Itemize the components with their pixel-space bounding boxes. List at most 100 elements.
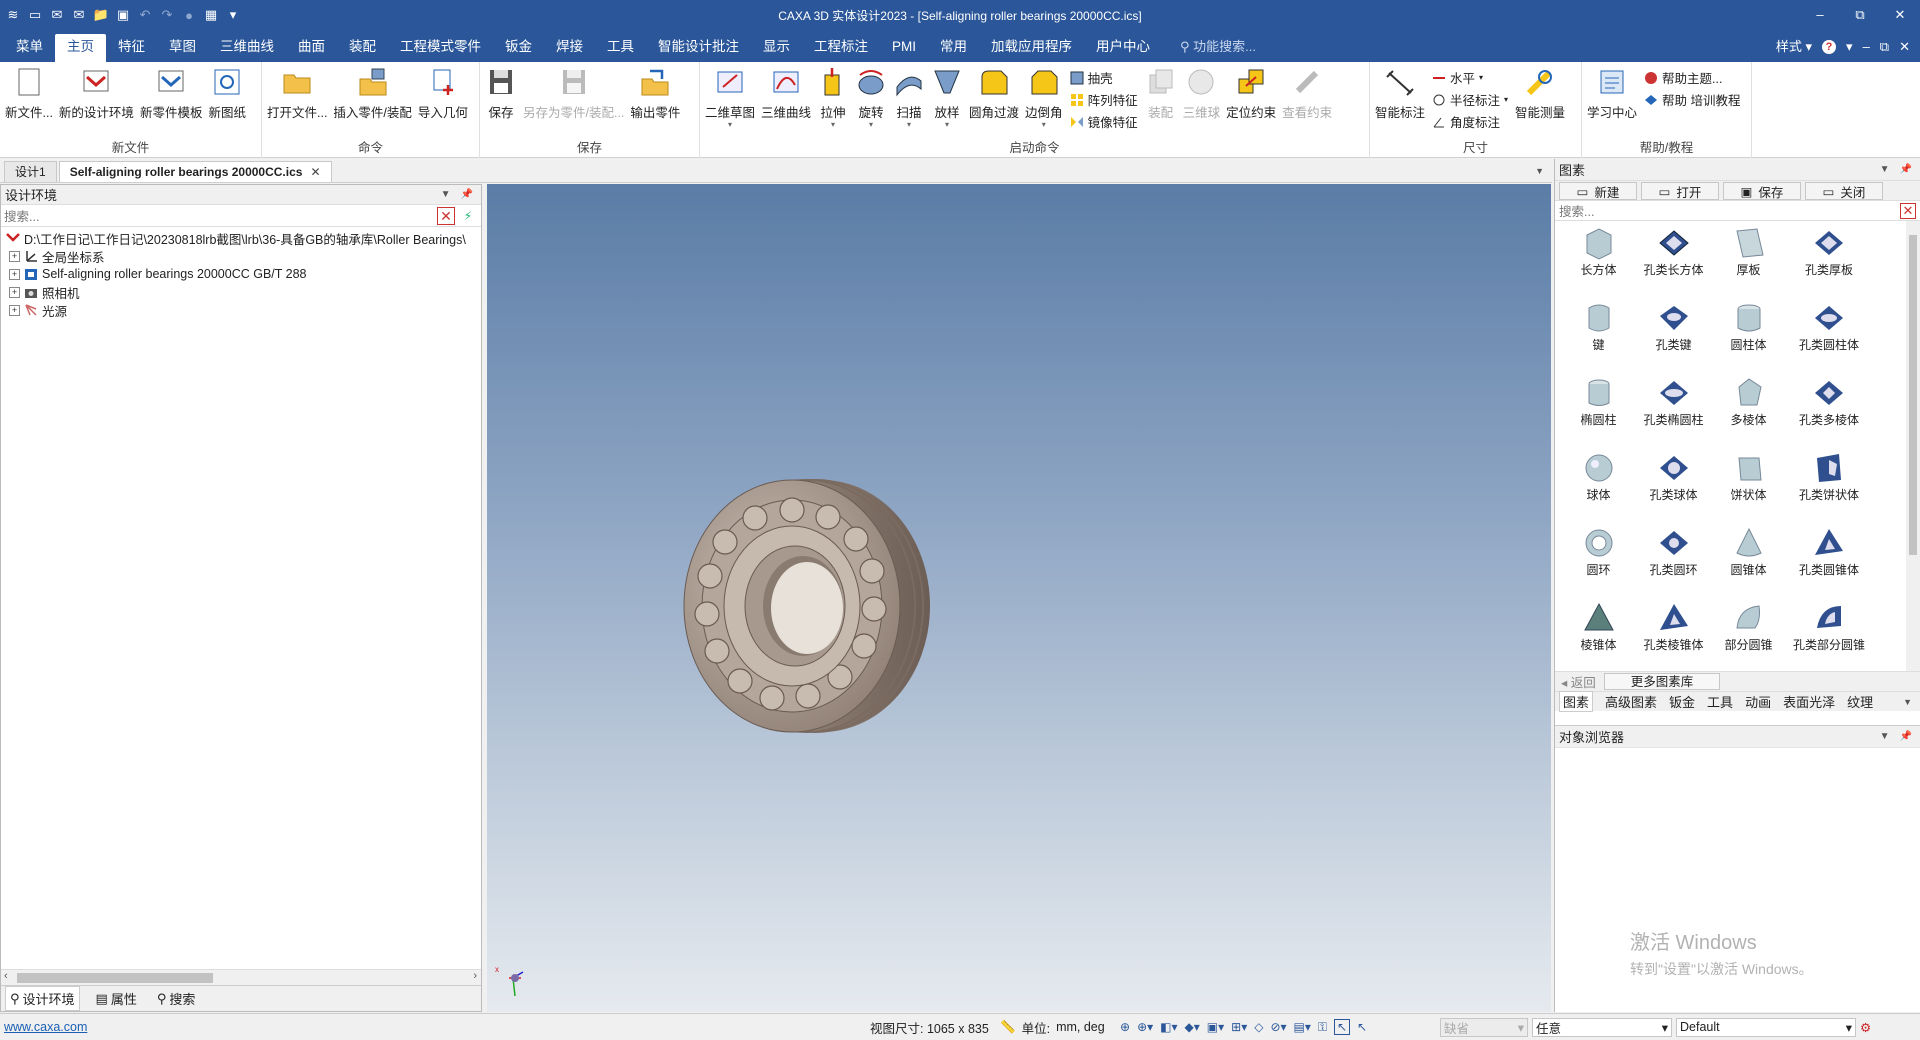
element-hole-torus[interactable]: 孔类圆环 <box>1636 525 1711 600</box>
clear-catalog-search-icon[interactable]: ✕ <box>1900 202 1916 219</box>
tab-search[interactable]: ⚲ 搜索 <box>153 987 200 1010</box>
save-button[interactable]: 保存 <box>482 66 520 121</box>
panel-dropdown-icon[interactable]: ▼ <box>1880 731 1890 742</box>
3d-curve-button[interactable]: 三维曲线 <box>758 66 814 121</box>
catalog-tab-advanced[interactable]: 高级图素 <box>1605 692 1657 711</box>
new-design-env-button[interactable]: 新的设计环境 <box>56 66 137 121</box>
pointer-icon[interactable]: ↖ <box>1357 1020 1367 1034</box>
element-key[interactable]: 键 <box>1561 300 1636 375</box>
element-hole-pyramid[interactable]: 孔类棱锥体 <box>1636 600 1711 675</box>
panel-dropdown-icon[interactable]: ▼ <box>1880 164 1890 175</box>
tab-engineering-part[interactable]: 工程模式零件 <box>388 34 493 62</box>
element-hole-cylinder[interactable]: 孔类圆柱体 <box>1786 300 1872 375</box>
element-hole-key[interactable]: 孔类键 <box>1636 300 1711 375</box>
catalog-open-button[interactable]: ▭ 打开 <box>1641 182 1719 200</box>
tab-tools[interactable]: 工具 <box>595 34 646 62</box>
element-hole-cone[interactable]: 孔类圆锥体 <box>1786 525 1872 600</box>
tab-surface[interactable]: 曲面 <box>286 34 337 62</box>
help-icon[interactable]: ? <box>1822 40 1837 54</box>
save-as-part-button[interactable]: 另存为零件/装配... <box>520 66 627 121</box>
tab-feature[interactable]: 特征 <box>106 34 157 62</box>
expand-icon[interactable]: + <box>9 268 20 280</box>
tab-common[interactable]: 常用 <box>928 34 979 62</box>
shell-button[interactable]: 抽壳 <box>1070 68 1138 87</box>
catalog-tab-surface-gloss[interactable]: 表面光泽 <box>1783 692 1835 711</box>
search-filter-icon[interactable]: ⚡ <box>459 207 477 225</box>
scroll-thumb[interactable] <box>17 973 213 983</box>
open-file-button[interactable]: 打开文件... <box>264 66 330 121</box>
tab-load-apps[interactable]: 加载应用程序 <box>979 34 1084 62</box>
training-tutorial-button[interactable]: 帮助 培训教程 <box>1644 90 1741 109</box>
tree-item-bearing-part[interactable]: + Self-aligning roller bearings 20000CC … <box>5 265 481 283</box>
function-search[interactable]: ⚲ 功能搜索... <box>1180 34 1256 62</box>
3d-ball-button[interactable]: 三维球 <box>1180 66 1224 121</box>
tab-3d-curve[interactable]: 三维曲线 <box>208 34 286 62</box>
horizontal-dimension-button[interactable]: 水平 ▾ <box>1432 68 1508 87</box>
element-box[interactable]: 长方体 <box>1561 225 1636 300</box>
tab-properties[interactable]: ▤ 属性 <box>92 987 141 1010</box>
tree-search-input[interactable]: 搜索... <box>4 206 39 225</box>
tab-assembly[interactable]: 装配 <box>337 34 388 62</box>
tree-item-light[interactable]: + 光源 <box>5 301 481 319</box>
layer-icon[interactable]: ▤▾ <box>1294 1020 1311 1034</box>
catalog-tab-animation[interactable]: 动画 <box>1745 692 1771 711</box>
new-part-template-button[interactable]: 新零件模板 <box>137 66 206 121</box>
gallery-scrollbar[interactable] <box>1906 221 1920 671</box>
catalog-tab-texture[interactable]: 纹理 <box>1847 692 1873 711</box>
filter-icon[interactable]: ⊘▾ <box>1270 1020 1286 1034</box>
pin-icon[interactable]: 📌 <box>461 189 473 200</box>
tab-design-env[interactable]: ⚲ 设计环境 <box>5 986 80 1011</box>
open-folder-icon[interactable]: 📁 <box>92 6 110 24</box>
element-sphere[interactable]: 球体 <box>1561 450 1636 525</box>
panel-dropdown-icon[interactable]: ▼ <box>441 189 451 200</box>
loft-button[interactable]: 放样 ▾ <box>928 66 966 129</box>
expand-icon[interactable]: + <box>9 304 20 316</box>
close-tab-icon[interactable]: ✕ <box>310 165 320 179</box>
section-icon[interactable]: ⊞▾ <box>1231 1020 1247 1034</box>
doc-minimize-button[interactable]: – <box>1863 34 1870 62</box>
element-hole-prism[interactable]: 孔类多棱体 <box>1786 375 1872 450</box>
catalog-tab-tools[interactable]: 工具 <box>1707 692 1733 711</box>
smart-dimension-button[interactable]: 智能标注 <box>1372 66 1428 121</box>
app-logo-icon[interactable]: ≋ <box>4 6 22 24</box>
redo-icon[interactable]: ↷ <box>158 6 176 24</box>
tab-display[interactable]: 显示 <box>751 34 802 62</box>
doc-tab-bearing[interactable]: Self-aligning roller bearings 20000CC.ic… <box>58 161 332 182</box>
tab-smart-annotation[interactable]: 智能设计批注 <box>646 34 751 62</box>
lock-icon[interactable]: ⚿ <box>1318 1020 1327 1035</box>
position-constraint-button[interactable]: 定位约束 <box>1223 66 1279 121</box>
2d-sketch-button[interactable]: 二维草图 ▾ <box>702 66 758 129</box>
select-icon[interactable]: ▦ <box>202 6 220 24</box>
zoom-icon[interactable]: ⊕▾ <box>1137 1020 1153 1034</box>
doc-close-button[interactable]: ✕ <box>1899 34 1910 62</box>
expand-icon[interactable]: + <box>9 250 20 262</box>
tab-sketch[interactable]: 草图 <box>157 34 208 62</box>
tab-user-center[interactable]: 用户中心 <box>1084 34 1162 62</box>
tab-welding[interactable]: 焊接 <box>544 34 595 62</box>
pin-icon[interactable]: 📌 <box>1900 164 1912 175</box>
tab-engineering-dimension[interactable]: 工程标注 <box>802 34 880 62</box>
catalog-save-button[interactable]: ▣ 保存 <box>1723 182 1801 200</box>
catalog-tab-sheet-metal[interactable]: 钣金 <box>1669 692 1695 711</box>
new-file-button[interactable]: 新文件... <box>2 66 56 121</box>
tab-home[interactable]: 主页 <box>55 34 106 62</box>
element-hole-plate[interactable]: 孔类厚板 <box>1786 225 1872 300</box>
pointer-select-icon[interactable]: ↖ <box>1334 1019 1351 1035</box>
insert-part-button[interactable]: 插入零件/装配 <box>330 66 414 121</box>
edge-icon[interactable]: ◇ <box>1254 1020 1263 1034</box>
doc-tabs-dropdown-icon[interactable]: ▼ <box>1535 160 1544 182</box>
export-part-button[interactable]: 输出零件 <box>627 66 683 121</box>
fillet-button[interactable]: 圆角过渡 <box>966 66 1022 121</box>
element-prism[interactable]: 多棱体 <box>1711 375 1786 450</box>
catalog-search[interactable]: 搜索... ✕ <box>1555 201 1920 221</box>
display-icon[interactable]: ▣▾ <box>1207 1020 1224 1034</box>
tab-pmi[interactable]: PMI <box>880 34 928 62</box>
catalog-close-button[interactable]: ▭ 关闭 <box>1805 182 1883 200</box>
gallery-scroll-thumb[interactable] <box>1909 235 1917 555</box>
element-partial-cone[interactable]: 部分圆锥 <box>1711 600 1786 675</box>
settings-status-icon[interactable]: ⚙ <box>1860 1020 1871 1035</box>
new-design-icon[interactable]: ✉ <box>48 6 66 24</box>
new-file-icon[interactable]: ▭ <box>26 6 44 24</box>
restore-button[interactable]: ⧉ <box>1840 7 1880 23</box>
undo-icon[interactable]: ↶ <box>136 6 154 24</box>
